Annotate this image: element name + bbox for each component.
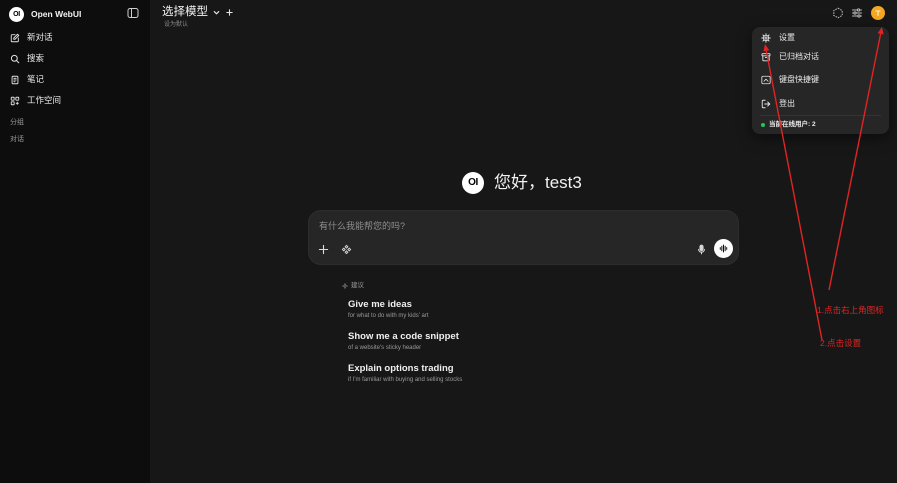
sidebar-item-label: 笔记 — [27, 74, 45, 84]
gear-icon — [761, 33, 771, 43]
menu-item-settings[interactable]: 设置 — [756, 29, 885, 47]
annotation-step-2: 2.点击设置 — [820, 338, 862, 348]
suggestion-item[interactable]: Give me ideas for what to do with my kid… — [348, 299, 608, 324]
user-avatar[interactable] — [871, 6, 885, 20]
annotation-step-1: 1.点击右上角图标 — [817, 305, 884, 315]
archive-icon — [761, 52, 771, 62]
menu-item-label: 已归档对话 — [779, 52, 819, 61]
user-menu-dropdown: 设置 已归档对话 键盘快捷键 登出 当前在线用户: 2 — [752, 27, 889, 134]
menu-item-keyboard-shortcuts[interactable]: 键盘快捷键 — [756, 71, 885, 89]
sparkle-icon — [342, 283, 348, 289]
logout-icon — [761, 99, 771, 109]
sliders-icon[interactable] — [851, 7, 863, 19]
edit-icon — [10, 33, 20, 43]
suggestion-title: Give me ideas — [348, 299, 412, 310]
plus-icon[interactable] — [318, 244, 329, 255]
tools-icon[interactable] — [341, 244, 352, 255]
message-composer — [308, 210, 739, 265]
sidebar-item-workspace[interactable]: 工作空间 — [8, 93, 142, 108]
add-model-plus-icon[interactable] — [225, 8, 234, 17]
menu-divider — [760, 115, 881, 116]
model-selector-label: 选择模型 — [162, 6, 208, 18]
greeting-text: 您好，test3 — [494, 173, 582, 192]
suggestion-subtitle: of a website's sticky header — [348, 345, 422, 351]
voice-waveform-icon — [719, 244, 728, 253]
sidebar-item-notes[interactable]: 笔记 — [8, 72, 142, 87]
sidebar-section-chats[interactable]: 对话 — [10, 135, 24, 145]
online-users-count: 当前在线用户: 2 — [769, 121, 816, 128]
sidebar-item-new-chat[interactable]: 新对话 — [8, 30, 142, 45]
notes-icon — [10, 75, 20, 85]
model-selector[interactable]: 选择模型 — [162, 5, 234, 19]
sidebar-toggle-icon[interactable] — [127, 7, 139, 19]
suggestion-subtitle: for what to do with my kids' art — [348, 313, 429, 319]
set-default-link[interactable]: 设为默认 — [164, 21, 188, 29]
sidebar-item-label: 新对话 — [27, 32, 53, 42]
search-icon — [10, 54, 20, 64]
mic-icon[interactable] — [696, 244, 707, 255]
voice-mode-button[interactable] — [714, 239, 733, 258]
menu-item-archived-chats[interactable]: 已归档对话 — [756, 48, 885, 66]
suggestion-item[interactable]: Explain options trading if I'm familiar … — [348, 363, 608, 388]
chevron-down-icon — [212, 8, 221, 17]
sidebar-item-label: 搜索 — [27, 53, 45, 63]
sidebar-item-label: 工作空间 — [27, 95, 62, 105]
suggestions-heading-label: 建议 — [351, 282, 364, 289]
sidebar: OI Open WebUI 新对话 搜索 笔记 工作空间 分组 对话 — [0, 0, 150, 483]
greeting-logo: OI — [462, 172, 484, 194]
online-status-dot — [761, 123, 765, 127]
workspace-icon — [10, 96, 20, 106]
suggestion-title: Show me a code snippet — [348, 331, 459, 342]
overview-icon[interactable] — [832, 7, 844, 19]
suggestions-heading: 建议 — [342, 282, 364, 290]
app-brand-name[interactable]: Open WebUI — [31, 8, 81, 21]
online-users-indicator: 当前在线用户: 2 — [761, 120, 816, 130]
keyboard-icon — [761, 75, 771, 85]
sidebar-item-search[interactable]: 搜索 — [8, 51, 142, 66]
suggestion-item[interactable]: Show me a code snippet of a website's st… — [348, 331, 608, 356]
suggestion-subtitle: if I'm familiar with buying and selling … — [348, 377, 463, 383]
suggestion-title: Explain options trading — [348, 363, 454, 374]
menu-item-label: 键盘快捷键 — [779, 75, 819, 84]
sidebar-section-groups[interactable]: 分组 — [10, 118, 24, 128]
menu-item-label: 登出 — [779, 99, 795, 108]
menu-item-label: 设置 — [779, 33, 795, 42]
app-logo[interactable]: OI — [9, 7, 24, 22]
message-input[interactable] — [319, 219, 719, 233]
app-window: OI Open WebUI 新对话 搜索 笔记 工作空间 分组 对话 选择模型 … — [0, 0, 897, 483]
menu-item-logout[interactable]: 登出 — [756, 95, 885, 113]
